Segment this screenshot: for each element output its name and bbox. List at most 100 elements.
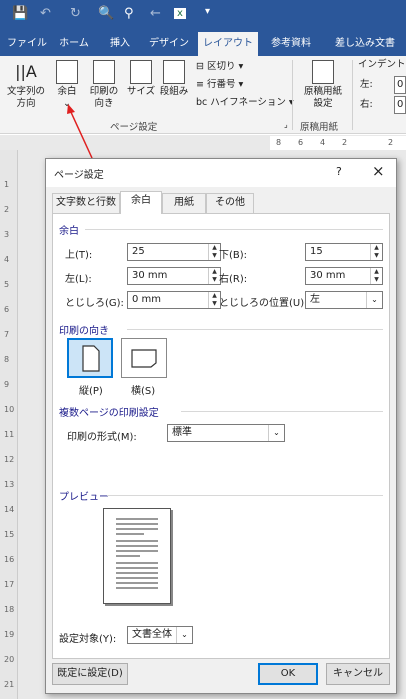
chevron-down-icon[interactable]: ⌄ [366, 292, 382, 308]
section-multiple-pages: 複数ページの印刷設定 [59, 408, 159, 419]
apply-to-select[interactable]: 文書全体 ⌄ [127, 626, 193, 644]
text-direction-button[interactable]: ||A 文字列の 方向 [6, 60, 46, 110]
margins-icon [56, 60, 78, 84]
tab-home[interactable]: ホーム [52, 32, 96, 56]
columns-label: 段組み [159, 86, 189, 97]
left-label: 左(L): [65, 274, 92, 285]
ruler-tick: 12 [4, 455, 15, 464]
landscape-button[interactable] [121, 338, 167, 378]
indent-label: インデント [358, 59, 406, 70]
dialog-launcher-icon[interactable]: ⌟ [284, 118, 288, 132]
margins-label: 余白 [57, 86, 77, 97]
set-default-button[interactable]: 既定に設定(D) [52, 663, 128, 685]
customize-icon[interactable]: ▾ [205, 6, 210, 17]
hyphenation-icon: bc [196, 97, 211, 108]
gutter-position-select[interactable]: 左 ⌄ [305, 291, 383, 309]
back-icon[interactable]: ← [150, 6, 161, 21]
indent-right-input[interactable]: 0 [394, 96, 406, 114]
top-label: 上(T): [65, 250, 93, 261]
group-label-genko: 原稿用紙 [300, 122, 339, 133]
landscape-icon [131, 349, 157, 368]
bottom-margin-input[interactable]: 15 ▲ ▼ [305, 243, 383, 261]
right-margin-input[interactable]: 30 mm ▲ ▼ [305, 267, 383, 285]
cancel-button[interactable]: キャンセル [326, 663, 390, 685]
ruler-tick: 6 [4, 305, 10, 314]
tab-insert[interactable]: 挿入 [100, 32, 140, 56]
save-icon[interactable]: 💾 [12, 6, 28, 21]
tab-references[interactable]: 参考資料 [262, 32, 320, 56]
horizontal-ruler[interactable]: 8 6 4 2 2 [270, 136, 406, 150]
right-label: 右(R): [219, 274, 248, 285]
red-arrow-annotation [67, 104, 93, 159]
ruler-tick: 2 [4, 205, 10, 214]
ruler-tick: 19 [4, 630, 15, 639]
gutter-position-value: 左 [310, 294, 320, 305]
hyphenation-button[interactable]: bc ハイフネーション ▾ [196, 96, 294, 110]
print-preview-icon[interactable]: 🔍 [98, 6, 114, 21]
size-label: サイズ [126, 86, 156, 97]
hyphenation-label: ハイフネーション [210, 97, 286, 108]
tab-paper[interactable]: 用紙 [162, 193, 206, 213]
breaks-icon: ⊟ [196, 61, 207, 72]
tab-chars-lines[interactable]: 文字数と行数 [52, 193, 120, 213]
print-format-label: 印刷の形式(M): [67, 432, 137, 443]
spin-icon[interactable]: ▲ ▼ [370, 244, 382, 260]
undo-icon[interactable]: ↶ [40, 6, 51, 21]
ruler-tick: 16 [4, 555, 15, 564]
tab-margins[interactable]: 余白 [120, 191, 162, 214]
close-button[interactable]: × [372, 162, 385, 180]
divider [127, 329, 383, 330]
ruler-tick: 2 [388, 138, 394, 147]
top-margin-input[interactable]: 25 ▲ ▼ [127, 243, 221, 261]
tab-mailings[interactable]: 差し込み文書 [324, 32, 406, 56]
gutter-input[interactable]: 0 mm ▲ ▼ [127, 291, 221, 309]
tab-layout[interactable]: レイアウト [198, 32, 258, 56]
tab-other[interactable]: その他 [206, 193, 254, 213]
line-numbers-icon: ≡ [196, 79, 207, 90]
redo-icon[interactable]: ↻ [70, 6, 81, 21]
indent-left-label: 左: [360, 79, 373, 90]
genko-label: 原稿用紙 設定 [303, 86, 342, 109]
help-button[interactable]: ? [336, 165, 342, 178]
size-button[interactable]: サイズ [124, 60, 158, 98]
group-label-page-setup: ページ設定 [110, 122, 158, 133]
touch-mode-icon[interactable]: ⚲ [124, 6, 134, 21]
print-format-select[interactable]: 標準 ⌄ [167, 424, 285, 442]
ruler-tick: 21 [4, 680, 15, 689]
portrait-button[interactable] [67, 338, 113, 378]
page-preview [103, 508, 171, 604]
text-direction-label: 文字列の 方向 [6, 86, 45, 109]
portrait-icon [82, 345, 100, 372]
columns-button[interactable]: 段組み [158, 60, 190, 98]
ruler-tick: 18 [4, 605, 15, 614]
chevron-down-icon[interactable]: ⌄ [176, 627, 192, 643]
ruler-tick: 17 [4, 580, 15, 589]
ruler-tick: 15 [4, 530, 15, 539]
chevron-down-icon[interactable]: ⌄ [268, 425, 284, 441]
indent-right-label: 右: [360, 99, 373, 110]
ok-button[interactable]: OK [258, 663, 318, 685]
ruler-tick: 9 [4, 380, 10, 389]
genko-button[interactable]: 原稿用紙 設定 [298, 60, 348, 110]
left-margin-input[interactable]: 30 mm ▲ ▼ [127, 267, 221, 285]
dialog-title-bar: ページ設定 ? × [46, 159, 396, 187]
line-numbers-button[interactable]: ≡ 行番号 ▾ [196, 78, 243, 92]
vertical-ruler[interactable]: 1 2 3 4 5 6 7 8 9 10 11 12 13 14 15 16 17 18 19 20 21 [0, 150, 18, 699]
left-margin-value: 30 mm [132, 270, 168, 281]
ruler-tick: 8 [4, 355, 10, 364]
genko-icon [312, 60, 334, 84]
ruler-tick: 10 [4, 405, 15, 414]
tab-file[interactable]: ファイル [4, 32, 50, 56]
apply-to-value: 文書全体 [132, 629, 172, 640]
ruler-tick: 8 [276, 138, 282, 147]
indent-left-input[interactable]: 0 [394, 76, 406, 94]
spin-icon[interactable]: ▲ ▼ [370, 268, 382, 284]
section-margins: 余白 [59, 226, 79, 237]
print-format-value: 標準 [172, 427, 192, 438]
tab-design[interactable]: デザイン [144, 32, 194, 56]
excel-icon[interactable]: x [174, 8, 186, 19]
breaks-button[interactable]: ⊟ 区切り ▾ [196, 60, 243, 74]
ruler-tick: 13 [4, 480, 15, 489]
separator [292, 60, 293, 130]
ruler-tick: 6 [298, 138, 304, 147]
